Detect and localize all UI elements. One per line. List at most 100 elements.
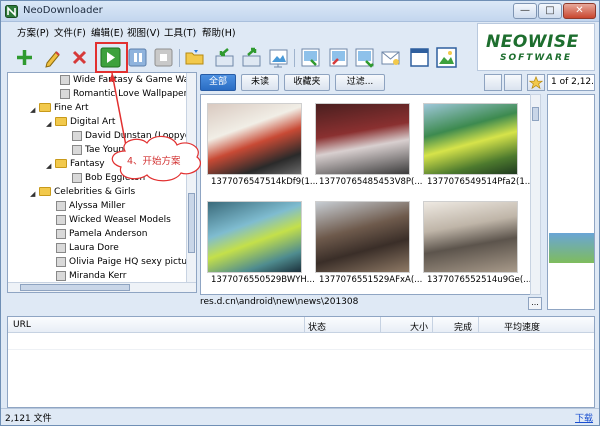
column-divider[interactable] <box>304 317 305 333</box>
import-icon[interactable] <box>213 46 236 69</box>
menu-view[interactable]: 视图(V) <box>127 25 160 39</box>
downloads-table-header: URL 状态 大小 完成 平均速度 <box>8 317 594 333</box>
thumbnail-image <box>315 103 410 175</box>
picture-view-icon[interactable] <box>435 46 458 69</box>
tree-item[interactable]: Pamela Anderson <box>56 228 147 241</box>
scroll-thumb[interactable] <box>532 107 539 121</box>
thumbnail-caption: 1377076551529AFxA(... <box>319 275 423 285</box>
scroll-thumb[interactable] <box>188 193 195 253</box>
current-path: res.d.cn\android\new\news\201308 <box>200 297 359 307</box>
column-divider[interactable] <box>478 317 479 333</box>
thumbnail-grid[interactable]: 1377076547514kDf9(1... 1377076548545​3V8… <box>200 94 532 295</box>
gallery-icon[interactable] <box>299 46 322 69</box>
tree-item[interactable]: Bob Eggleton <box>72 172 145 185</box>
logo-main-text: NEOWISE <box>486 32 579 52</box>
thumbnail-image <box>207 201 302 273</box>
filter-all-tab[interactable]: 全部 <box>200 74 236 91</box>
column-done[interactable]: 完成 <box>454 320 472 333</box>
menu-help[interactable]: 帮助(H) <box>202 25 236 39</box>
preview-strip[interactable] <box>547 94 595 310</box>
tree-item[interactable]: David Dunstan (Loopyda <box>72 130 196 143</box>
export-icon[interactable] <box>240 46 263 69</box>
column-speed[interactable]: 平均速度 <box>504 320 540 333</box>
copy-icon[interactable] <box>327 46 350 69</box>
minimize-button[interactable]: — <box>513 3 537 19</box>
thumbnail-image <box>315 201 410 273</box>
thumbnail[interactable]: 1377076548545​3V8P(... <box>311 98 422 190</box>
project-tree[interactable]: Wide Fantasy & Game Wallp Romantic Love … <box>7 72 197 293</box>
status-bar: 2,121 文件 下载 <box>1 408 599 425</box>
file-icon <box>60 88 70 99</box>
collapse-toggle-icon[interactable]: ◢ <box>30 191 37 198</box>
folder-icon <box>55 159 67 168</box>
annotation-label: 4、开始方案 <box>127 156 181 167</box>
filter-button[interactable]: 过滤... <box>335 74 385 91</box>
column-divider[interactable] <box>380 317 381 333</box>
delete-icon[interactable] <box>68 46 91 69</box>
tree-item[interactable]: Wide Fantasy & Game Wallp <box>60 74 196 87</box>
thumbnail[interactable]: 1377076552514u9Ge(... <box>419 196 531 288</box>
path-browse-button[interactable]: ... <box>528 297 542 310</box>
thumbnail-vertical-scrollbar[interactable] <box>530 94 541 295</box>
page-indicator: 1 of 2,12... <box>547 74 595 91</box>
tree-item[interactable]: Alyssa Miller <box>56 200 125 213</box>
filter-unread-tab[interactable]: 未读 <box>241 74 279 91</box>
window-icon[interactable] <box>408 46 431 69</box>
image-icon[interactable] <box>267 46 290 69</box>
file-count: 2,121 文件 <box>5 414 52 424</box>
menu-edit[interactable]: 编辑(E) <box>91 25 123 39</box>
app-window: NeoDownloader — □ ✕ 方案(P) 文件(F) 编辑(E) 视图… <box>0 0 600 426</box>
tree-item[interactable]: Romantic Love Wallpapers <box>60 88 192 101</box>
tree-item[interactable]: Digital Art <box>55 116 115 129</box>
grid-view-icon[interactable] <box>484 74 502 91</box>
menu-plan[interactable]: 方案(P) <box>17 25 49 39</box>
list-view-icon[interactable] <box>504 74 522 91</box>
collapse-toggle-icon[interactable]: ◢ <box>46 163 53 170</box>
open-folder-icon[interactable] <box>183 46 206 69</box>
window-title: NeoDownloader <box>23 5 103 16</box>
close-button[interactable]: ✕ <box>563 3 596 19</box>
filter-bar: 全部 未读 收藏夹 过滤... <box>198 74 546 93</box>
file-icon <box>60 74 70 85</box>
tree-item[interactable]: Celebrities & Girls <box>39 186 135 199</box>
maximize-button[interactable]: □ <box>538 3 562 19</box>
tree-item[interactable]: Fine Art <box>39 102 89 115</box>
add-icon[interactable] <box>13 46 36 69</box>
toolbar <box>1 41 471 73</box>
tree-item[interactable]: Fantasy <box>55 158 105 171</box>
tree-item[interactable]: Wicked Weasel Models <box>56 214 171 227</box>
email-icon[interactable] <box>379 46 402 69</box>
menu-file[interactable]: 文件(F) <box>54 25 86 39</box>
thumbnail[interactable]: 1377076551529AFxA(... <box>311 196 422 288</box>
preview-thumbnail[interactable] <box>549 233 594 263</box>
tree-item[interactable]: Laura Dore <box>56 242 119 255</box>
stop-icon[interactable] <box>152 46 175 69</box>
folder-icon <box>39 187 51 196</box>
tree-horizontal-scrollbar[interactable] <box>8 282 196 292</box>
menu-tools[interactable]: 工具(T) <box>164 25 196 39</box>
downloads-table[interactable]: URL 状态 大小 完成 平均速度 <box>7 316 595 408</box>
thumbnail[interactable]: 1377076549514Pfa2(1... <box>419 98 531 190</box>
thumbnail-caption: 1377076549514Pfa2(1... <box>427 177 532 187</box>
collapse-toggle-icon[interactable]: ◢ <box>30 107 37 114</box>
tree-vertical-scrollbar[interactable] <box>186 73 196 283</box>
column-url[interactable]: URL <box>13 320 31 330</box>
scroll-thumb[interactable] <box>20 284 130 291</box>
tree-item[interactable]: Olivia Paige HQ sexy picture <box>56 256 196 269</box>
column-divider[interactable] <box>432 317 433 333</box>
browse-icon[interactable] <box>353 46 376 69</box>
thumbnail[interactable]: 1377076550529BWYH... <box>203 196 315 288</box>
file-icon <box>56 228 66 239</box>
column-size[interactable]: 大小 <box>410 320 428 333</box>
thumbnail-image <box>207 103 302 175</box>
star-icon[interactable] <box>527 74 545 91</box>
neowise-logo: NEOWISE SOFTWARE <box>477 23 595 71</box>
filter-favorites-tab[interactable]: 收藏夹 <box>284 74 330 91</box>
download-link[interactable]: 下载 <box>575 411 593 424</box>
column-status[interactable]: 状态 <box>308 320 326 333</box>
edit-icon[interactable] <box>41 46 64 69</box>
folder-icon <box>39 103 51 112</box>
thumbnail[interactable]: 1377076547514kDf9(1... <box>203 98 318 190</box>
pause-icon[interactable] <box>126 46 149 69</box>
collapse-toggle-icon[interactable]: ◢ <box>46 121 53 128</box>
